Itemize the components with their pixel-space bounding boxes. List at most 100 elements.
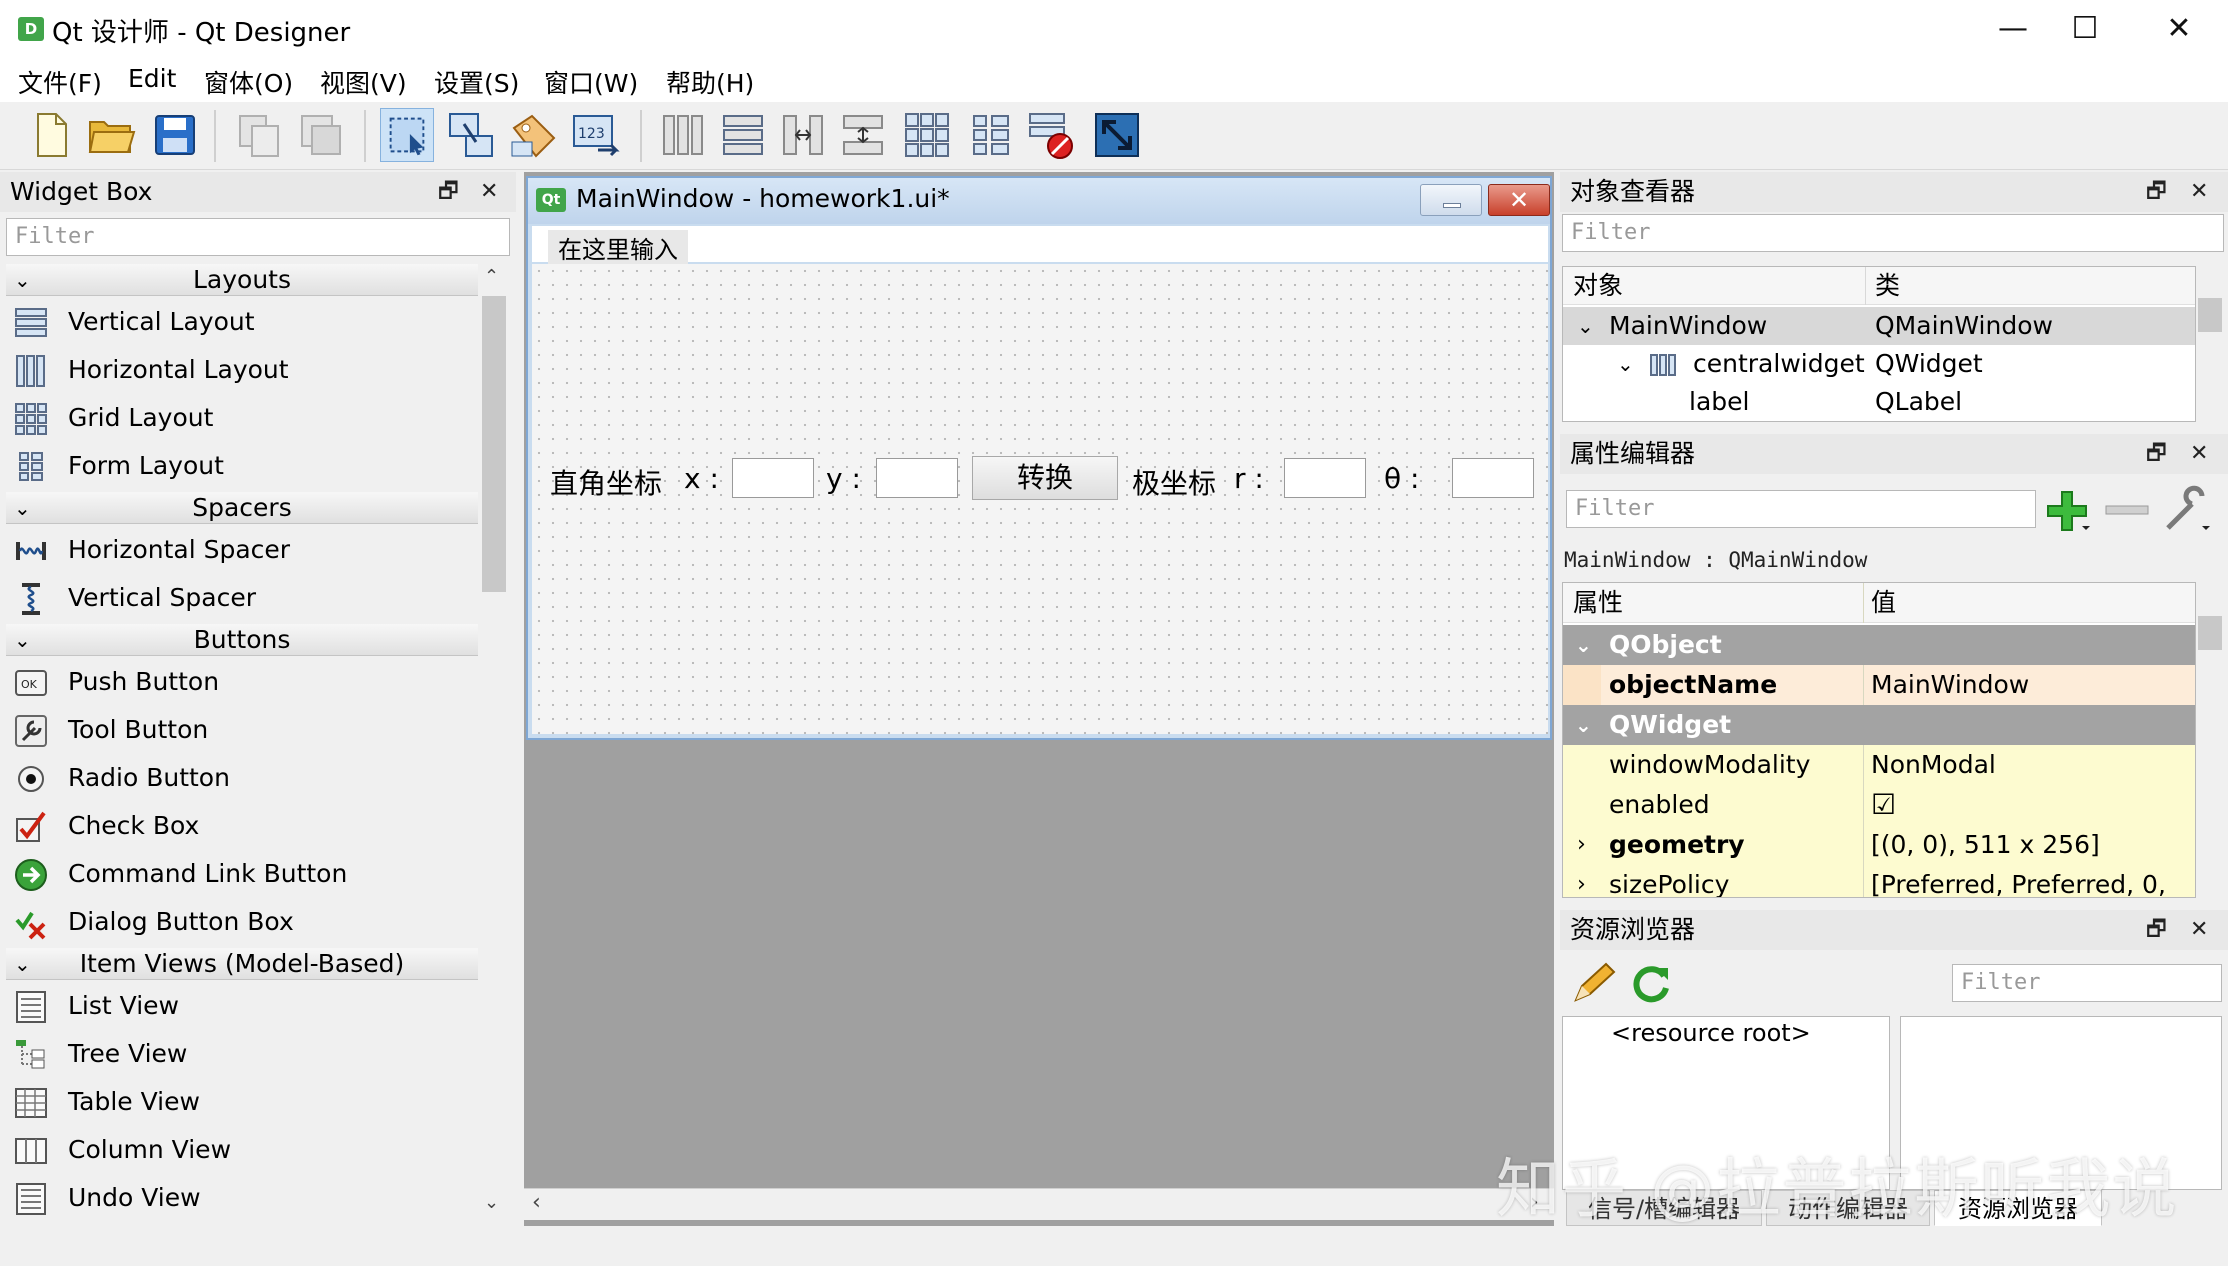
tree-row-mainwindow[interactable]: ⌄ MainWindow QMainWindow bbox=[1563, 307, 2195, 345]
property-row-sizepolicy[interactable]: › sizePolicy [Preferred, Preferred, 0, 0… bbox=[1563, 865, 2195, 897]
layout-splitter-vertical-icon[interactable] bbox=[836, 108, 890, 162]
open-folder-icon[interactable] bbox=[84, 108, 138, 162]
object-tree-scrollbar[interactable] bbox=[2196, 266, 2224, 422]
edit-buddies-icon[interactable] bbox=[506, 108, 560, 162]
remove-property-icon[interactable] bbox=[2104, 496, 2150, 524]
edit-signals-slots-icon[interactable] bbox=[444, 108, 498, 162]
layout-vertical-icon[interactable] bbox=[716, 108, 770, 162]
new-file-icon[interactable] bbox=[24, 108, 78, 162]
undock-icon[interactable]: 🗗 bbox=[438, 172, 459, 212]
edit-tab-order-icon[interactable]: 123 bbox=[568, 108, 622, 162]
property-group-qwidget[interactable]: ⌄ QWidget bbox=[1563, 705, 2195, 745]
widget-box-scroll-thumb[interactable] bbox=[482, 296, 506, 592]
resource-filter-input[interactable]: Filter bbox=[1952, 964, 2222, 1002]
close-icon[interactable]: ✕ bbox=[2190, 434, 2208, 474]
widget-horizontal-spacer[interactable]: Horizontal Spacer bbox=[6, 526, 478, 574]
menu-help[interactable]: 帮助(H) bbox=[666, 64, 754, 100]
undock-icon[interactable]: 🗗 bbox=[2146, 434, 2167, 474]
widget-horizontal-layout[interactable]: Horizontal Layout bbox=[6, 346, 478, 394]
resource-browser-title: 资源浏览器 bbox=[1570, 915, 1696, 944]
chevron-right-icon[interactable]: › bbox=[1577, 865, 1586, 897]
widget-command-link-button[interactable]: Command Link Button bbox=[6, 850, 478, 898]
menu-window[interactable]: 窗口(W) bbox=[544, 64, 638, 100]
widget-tool-button[interactable]: Tool Button bbox=[6, 706, 478, 754]
property-row-geometry[interactable]: › geometry [(0, 0), 511 x 256] bbox=[1563, 825, 2195, 865]
category-buttons[interactable]: ⌄ Buttons bbox=[6, 624, 478, 656]
widget-list-view[interactable]: List View bbox=[6, 982, 478, 1030]
edit-widgets-icon[interactable] bbox=[380, 108, 434, 162]
x-input[interactable] bbox=[732, 458, 814, 498]
property-row-objectname[interactable]: objectName MainWindow bbox=[1563, 665, 2195, 705]
property-row-windowmodality[interactable]: windowModality NonModal bbox=[1563, 745, 2195, 785]
tree-row-label[interactable]: label QLabel bbox=[1563, 383, 2195, 421]
r-input[interactable] bbox=[1284, 458, 1366, 498]
scroll-thumb[interactable] bbox=[2198, 616, 2222, 650]
svg-text:123: 123 bbox=[578, 126, 605, 142]
widget-vertical-layout[interactable]: Vertical Layout bbox=[6, 298, 478, 346]
category-item-views[interactable]: ⌄ Item Views (Model-Based) bbox=[6, 948, 478, 980]
layout-splitter-horizontal-icon[interactable] bbox=[776, 108, 830, 162]
widget-box-filter-input[interactable]: Filter bbox=[6, 218, 510, 256]
scroll-left-icon[interactable]: ‹ bbox=[532, 1190, 541, 1215]
undock-icon[interactable]: 🗗 bbox=[2146, 172, 2167, 212]
status-bar bbox=[0, 1226, 2228, 1266]
property-table-scrollbar[interactable] bbox=[2196, 582, 2224, 898]
enabled-checkbox[interactable]: ☑ bbox=[1871, 785, 1896, 825]
close-icon[interactable]: ✕ bbox=[2190, 172, 2208, 212]
menu-form[interactable]: 窗体(O) bbox=[204, 64, 293, 100]
form-minimize-button[interactable] bbox=[1420, 184, 1482, 216]
widget-check-box[interactable]: Check Box bbox=[6, 802, 478, 850]
widget-push-button[interactable]: OK Push Button bbox=[6, 658, 478, 706]
resource-root-item[interactable]: <resource root> bbox=[1611, 1019, 1811, 1047]
property-group-qobject[interactable]: ⌄ QObject bbox=[1563, 625, 2195, 665]
layout-grid-icon[interactable] bbox=[900, 108, 954, 162]
form-menu-placeholder[interactable]: 在这里输入 bbox=[548, 230, 688, 265]
chevron-down-icon: ⌄ bbox=[14, 628, 31, 652]
menu-view[interactable]: 视图(V) bbox=[320, 64, 407, 100]
widget-dialog-button-box[interactable]: Dialog Button Box bbox=[6, 898, 478, 946]
add-property-icon[interactable] bbox=[2044, 488, 2092, 534]
widget-radio-button[interactable]: Radio Button bbox=[6, 754, 478, 802]
scroll-thumb[interactable] bbox=[2198, 298, 2222, 332]
layout-form-icon[interactable] bbox=[964, 108, 1018, 162]
copy-icon[interactable] bbox=[232, 108, 286, 162]
layout-horizontal-icon[interactable] bbox=[656, 108, 710, 162]
widget-form-layout[interactable]: Form Layout bbox=[6, 442, 478, 490]
widget-undo-view[interactable]: Undo View bbox=[6, 1174, 478, 1222]
property-row-enabled[interactable]: enabled ☑ bbox=[1563, 785, 2195, 825]
widget-vertical-spacer[interactable]: Vertical Spacer bbox=[6, 574, 478, 622]
menu-edit[interactable]: Edit bbox=[128, 64, 176, 93]
close-icon[interactable]: ✕ bbox=[480, 172, 498, 212]
widget-column-view[interactable]: Column View bbox=[6, 1126, 478, 1174]
widget-table-view[interactable]: Table View bbox=[6, 1078, 478, 1126]
reload-icon[interactable] bbox=[1628, 960, 1674, 1006]
close-button[interactable]: ✕ bbox=[2134, 0, 2224, 58]
break-layout-icon[interactable] bbox=[1024, 108, 1078, 162]
configure-icon[interactable] bbox=[2162, 484, 2212, 536]
paste-icon[interactable] bbox=[294, 108, 348, 162]
menu-settings[interactable]: 设置(S) bbox=[434, 64, 519, 100]
undock-icon[interactable]: 🗗 bbox=[2146, 910, 2167, 950]
close-icon[interactable]: ✕ bbox=[2190, 910, 2208, 950]
widget-tree-view[interactable]: Tree View bbox=[6, 1030, 478, 1078]
convert-button[interactable]: 转换 bbox=[972, 456, 1118, 500]
maximize-button[interactable]: ☐ bbox=[2040, 0, 2130, 58]
scroll-down-icon[interactable]: ⌄ bbox=[484, 1192, 499, 1213]
mdi-horizontal-scrollbar[interactable] bbox=[524, 1188, 1554, 1220]
adjust-size-icon[interactable] bbox=[1090, 108, 1144, 162]
object-inspector-filter-input[interactable]: Filter bbox=[1562, 214, 2224, 252]
menu-file[interactable]: 文件(F) bbox=[18, 64, 102, 100]
save-icon[interactable] bbox=[148, 108, 202, 162]
label-rect-coords: 直角坐标 bbox=[550, 467, 663, 500]
property-filter-input[interactable]: Filter bbox=[1566, 490, 2036, 528]
y-input[interactable] bbox=[876, 458, 958, 498]
theta-input[interactable] bbox=[1452, 458, 1534, 498]
tree-row-centralwidget[interactable]: ⌄ centralwidget QWidget bbox=[1563, 345, 2195, 383]
form-close-button[interactable]: ✕ bbox=[1488, 184, 1550, 216]
category-spacers[interactable]: ⌄ Spacers bbox=[6, 492, 478, 524]
chevron-right-icon[interactable]: › bbox=[1577, 825, 1586, 865]
widget-grid-layout[interactable]: Grid Layout bbox=[6, 394, 478, 442]
category-layouts[interactable]: ⌄ Layouts bbox=[6, 264, 478, 296]
edit-resources-icon[interactable] bbox=[1570, 960, 1616, 1006]
scroll-up-icon[interactable]: ⌃ bbox=[484, 266, 499, 287]
